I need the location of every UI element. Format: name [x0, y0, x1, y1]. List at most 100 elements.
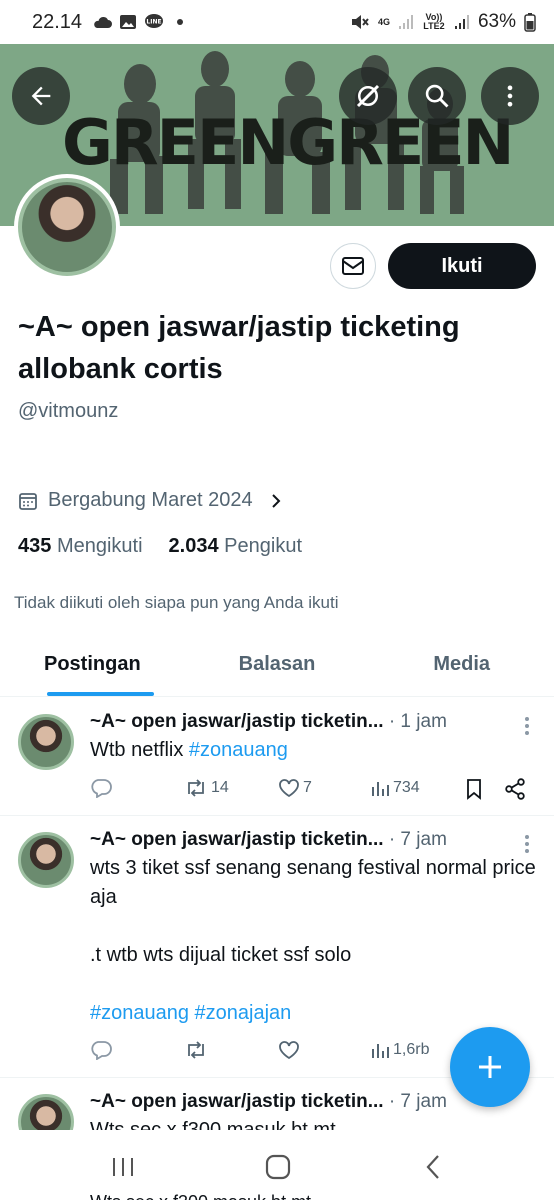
more-options-button[interactable] — [481, 67, 539, 125]
post-header: ~A~ open jaswar/jastip ticketin... · 1 j… — [90, 711, 447, 733]
back-nav-icon[interactable] — [424, 1154, 442, 1180]
mute-icon — [351, 15, 369, 29]
heart-icon — [279, 1041, 299, 1060]
bookmark-button[interactable] — [465, 778, 483, 800]
calendar-icon — [19, 492, 37, 510]
arrow-left-icon — [31, 86, 51, 106]
views-button[interactable]: 1,6rb — [370, 1040, 429, 1060]
join-date: Bergabung Maret 2024 — [48, 489, 253, 511]
retweet-button[interactable]: 14 — [184, 778, 229, 798]
post-time: · 1 jam — [388, 711, 447, 732]
gallery-icon — [120, 15, 137, 29]
followers-count: 2.034 — [168, 535, 219, 557]
message-button[interactable] — [330, 243, 376, 289]
cloud-icon — [94, 16, 113, 28]
status-time: 22.14 — [32, 10, 83, 33]
peek-text: Wts sec x f300 masuk bt mt — [90, 1192, 311, 1200]
following-count: 435 — [18, 535, 52, 557]
post-avatar[interactable] — [18, 832, 74, 888]
line-app-icon: LINE — [145, 14, 164, 28]
join-date-row[interactable]: Bergabung Maret 2024 — [18, 489, 283, 512]
reply-icon — [91, 779, 112, 798]
tab-postingan[interactable]: Postingan — [0, 640, 185, 696]
back-button[interactable] — [12, 67, 70, 125]
plus-icon — [479, 1056, 501, 1078]
follow-button[interactable]: Ikuti — [388, 243, 536, 289]
tab-label: Media — [433, 653, 491, 675]
post-avatar[interactable] — [18, 714, 74, 770]
tab-label: Postingan — [44, 653, 141, 675]
compose-post-button[interactable] — [450, 1027, 530, 1107]
search-button[interactable] — [408, 67, 466, 125]
post-author[interactable]: ~A~ open jaswar/jastip ticketin... — [90, 711, 384, 732]
bookmark-icon — [467, 779, 481, 800]
post-text-content: Wtb netflix — [90, 739, 189, 761]
like-count: 7 — [303, 779, 312, 796]
retweet-icon — [188, 779, 204, 797]
grok-icon — [356, 84, 380, 108]
recent-apps-icon[interactable] — [111, 1156, 135, 1178]
post-time: · 7 jam — [388, 829, 447, 850]
like-button[interactable]: 7 — [278, 778, 312, 798]
search-icon — [425, 84, 449, 108]
like-button[interactable] — [278, 1040, 300, 1060]
followers-link[interactable]: 2.034 Pengikut — [169, 535, 302, 558]
heart-icon — [279, 779, 299, 798]
post-item[interactable]: ~A~ open jaswar/jastip ticketin... · 1 j… — [0, 698, 554, 816]
share-button[interactable] — [504, 778, 526, 800]
system-nav-bar — [0, 1130, 554, 1200]
profile-handle: @vitmounz — [18, 400, 119, 422]
tab-label: Balasan — [238, 653, 316, 675]
post-avatar[interactable] — [18, 1094, 74, 1130]
signal-icon — [398, 15, 413, 29]
tab-media[interactable]: Media — [369, 640, 554, 696]
network-4g: 4G — [377, 16, 390, 27]
battery-percent: 63% — [477, 11, 516, 32]
post-more-icon[interactable] — [524, 834, 530, 854]
chevron-right-icon — [271, 493, 281, 508]
following-label: Mengikuti — [56, 535, 143, 557]
retweet-icon — [188, 1041, 204, 1059]
views-count: 734 — [393, 779, 420, 796]
more-vertical-icon — [507, 85, 513, 107]
tab-balasan[interactable]: Balasan — [185, 640, 370, 696]
post-author[interactable]: ~A~ open jaswar/jastip ticketin... — [90, 1091, 384, 1112]
post-text: wts 3 tiket ssf senang senang festival n… — [90, 854, 540, 1028]
bar-chart-icon — [372, 782, 389, 796]
post-text-line: .t wtb wts dijual ticket ssf solo — [90, 944, 352, 966]
hashtag-link[interactable]: #zonauang — [189, 739, 288, 761]
following-link[interactable]: 435 Mengikuti — [18, 535, 143, 558]
share-icon — [505, 778, 525, 800]
post-text: Wts sec x f300 masuk bt mt — [90, 1119, 336, 1130]
network-lte: Vo)) LTE2 — [423, 12, 445, 31]
signal-icon — [454, 15, 469, 29]
post-header: ~A~ open jaswar/jastip ticketin... · 7 j… — [90, 1091, 447, 1113]
grok-button[interactable] — [339, 67, 397, 125]
followers-label: Pengikut — [224, 535, 303, 557]
hashtag-links[interactable]: #zonauang #zonajajan — [90, 999, 540, 1028]
post-text-line: wts 3 tiket ssf senang senang festival n… — [90, 857, 536, 908]
reply-icon — [91, 1041, 112, 1060]
retweet-count: 14 — [211, 779, 229, 796]
post-actions: 14 7 734 — [90, 778, 540, 802]
status-bar: 22.14 LINE 4G Vo)) LTE2 63% — [0, 0, 554, 44]
profile-tabs: Postingan Balasan Media — [0, 640, 554, 697]
post-author[interactable]: ~A~ open jaswar/jastip ticketin... — [90, 829, 384, 850]
envelope-icon — [342, 257, 364, 275]
post-text: Wtb netflix #zonauang — [90, 736, 540, 765]
svg-text:LINE: LINE — [146, 19, 161, 26]
profile-avatar[interactable] — [14, 174, 120, 280]
post-header: ~A~ open jaswar/jastip ticketin... · 7 j… — [90, 829, 447, 851]
reply-button[interactable] — [90, 778, 112, 798]
post-time: · 7 jam — [388, 1091, 447, 1112]
follow-stats: 435 Mengikuti 2.034 Pengikut — [18, 535, 302, 558]
post-more-icon[interactable] — [524, 716, 530, 736]
profile-name: ~A~ open jaswar/jastip ticketing alloban… — [18, 311, 460, 385]
bar-chart-icon — [372, 1044, 389, 1058]
home-icon[interactable] — [265, 1154, 291, 1180]
reply-button[interactable] — [90, 1040, 112, 1060]
views-button[interactable]: 734 — [370, 778, 420, 798]
retweet-button[interactable] — [184, 1040, 208, 1060]
dot-icon — [177, 19, 184, 25]
views-count: 1,6rb — [393, 1041, 430, 1058]
